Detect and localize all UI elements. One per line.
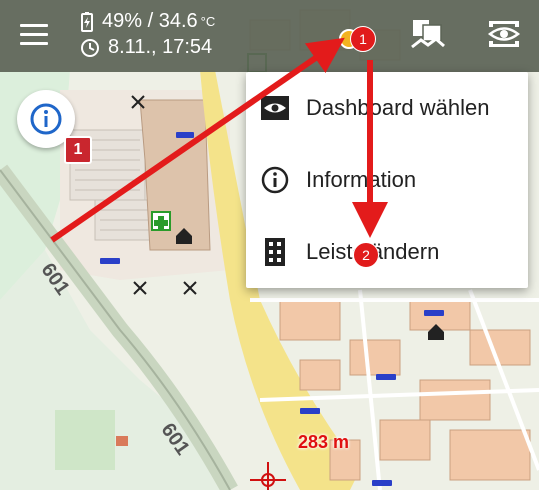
annotation-step-1: 1 (350, 26, 376, 52)
distance-label: 283 m (298, 432, 350, 452)
annotation-arrows (50, 37, 388, 243)
annotation-arrow-1 (50, 37, 345, 243)
annotation-step-2: 2 (353, 242, 379, 268)
